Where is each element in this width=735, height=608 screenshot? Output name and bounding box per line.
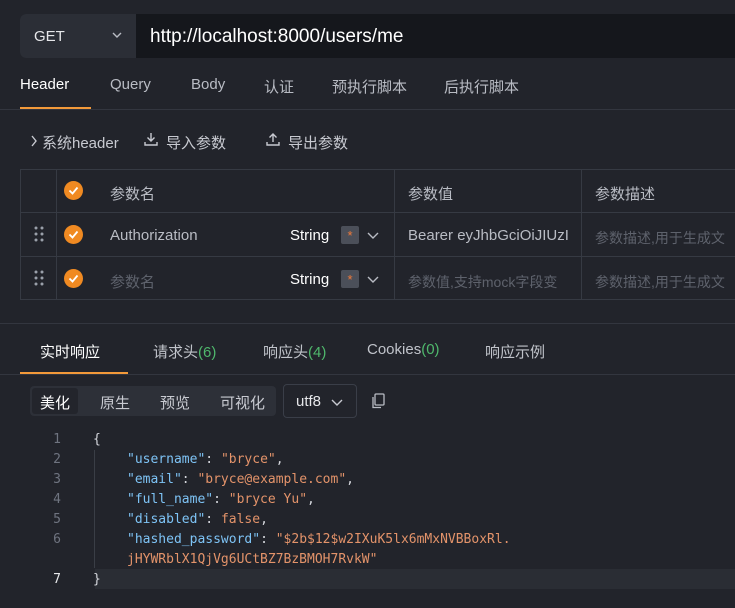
tab-post-script[interactable]: 后执行脚本 <box>444 76 519 97</box>
line-number: 1 <box>53 432 61 447</box>
row-checkbox[interactable] <box>64 269 83 288</box>
chevron-down-icon <box>112 32 122 38</box>
line-number: 3 <box>53 472 61 487</box>
code-line: "email": "bryce@example.com", <box>127 472 354 487</box>
drag-handle-icon[interactable] <box>34 270 44 286</box>
import-params-button[interactable]: 导入参数 <box>166 132 226 153</box>
drag-handle-icon[interactable] <box>34 226 44 242</box>
section-divider <box>0 323 735 324</box>
method-label: GET <box>34 28 65 45</box>
encoding-label: utf8 <box>296 393 322 410</box>
tab-pre-script[interactable]: 预执行脚本 <box>332 76 407 97</box>
required-badge[interactable]: * <box>341 270 359 288</box>
code-line: { <box>93 432 101 447</box>
tab-request-headers[interactable]: 请求头(6) <box>153 341 216 362</box>
select-all-checkbox[interactable] <box>64 181 83 200</box>
param-type-select[interactable]: String <box>290 227 329 244</box>
current-line-highlight <box>95 569 735 589</box>
line-number: 6 <box>53 532 61 547</box>
chevron-right-icon[interactable] <box>30 135 38 147</box>
view-raw-button[interactable]: 原生 <box>100 392 130 413</box>
table-divider <box>394 169 395 300</box>
code-line: "disabled": false, <box>127 512 268 527</box>
table-divider <box>20 256 735 257</box>
copy-icon[interactable] <box>371 393 385 409</box>
line-number: 2 <box>53 452 61 467</box>
line-number: 4 <box>53 492 61 507</box>
row-checkbox[interactable] <box>64 225 83 244</box>
param-value-input[interactable]: 参数值,支持mock字段变 <box>408 274 557 290</box>
tab-body[interactable]: Body <box>191 76 225 93</box>
param-desc-input[interactable]: 参数描述,用于生成文 <box>595 230 725 246</box>
param-name-input[interactable]: 参数名 <box>110 271 155 292</box>
code-line: "hashed_password": "$2b$12$w2IXuK5lx6mMx… <box>127 532 511 547</box>
indent-guide <box>94 450 95 568</box>
param-name-input[interactable]: Authorization <box>110 227 198 244</box>
param-type-select[interactable]: String <box>290 271 329 288</box>
table-divider <box>56 169 57 300</box>
tab-cookies[interactable]: Cookies(0) <box>367 341 440 358</box>
view-preview-button[interactable]: 预览 <box>160 392 190 413</box>
chevron-down-icon <box>331 399 343 406</box>
param-desc-input[interactable]: 参数描述,用于生成文 <box>595 274 725 290</box>
export-icon[interactable] <box>265 131 281 147</box>
tab-query[interactable]: Query <box>110 76 151 93</box>
tabs-divider <box>0 109 735 110</box>
tab-live-response[interactable]: 实时响应 <box>40 341 100 362</box>
line-number: 5 <box>53 512 61 527</box>
column-header-name: 参数名 <box>110 186 156 203</box>
tab-response-example[interactable]: 响应示例 <box>485 341 545 362</box>
import-icon[interactable] <box>143 131 159 147</box>
line-number: 7 <box>53 572 61 587</box>
tab-auth[interactable]: 认证 <box>264 76 294 97</box>
code-line: jHYWRblX1QjVg6UCtBZ7BzBMOH7RvkW" <box>127 552 378 567</box>
column-header-value: 参数值 <box>408 186 454 203</box>
view-pretty-button[interactable]: 美化 <box>40 392 70 413</box>
tab-response-headers[interactable]: 响应头(4) <box>263 341 326 362</box>
system-header-toggle[interactable]: 系统header <box>42 132 119 153</box>
view-visualize-button[interactable]: 可视化 <box>220 392 265 413</box>
code-line: } <box>93 572 101 587</box>
chevron-down-icon[interactable] <box>367 229 379 241</box>
export-params-button[interactable]: 导出参数 <box>288 132 348 153</box>
code-line: "username": "bryce", <box>127 452 284 467</box>
tabs-divider <box>0 374 735 375</box>
table-divider <box>581 169 582 300</box>
chevron-down-icon[interactable] <box>367 273 379 285</box>
code-line: "full_name": "bryce Yu", <box>127 492 315 507</box>
param-value-input[interactable]: Bearer eyJhbGciOiJIUzI <box>408 227 569 244</box>
tab-header[interactable]: Header <box>20 76 69 93</box>
url-input[interactable]: http://localhost:8000/users/me <box>150 26 403 48</box>
column-header-desc: 参数描述 <box>595 186 656 203</box>
required-badge[interactable]: * <box>341 226 359 244</box>
table-divider <box>20 212 735 213</box>
